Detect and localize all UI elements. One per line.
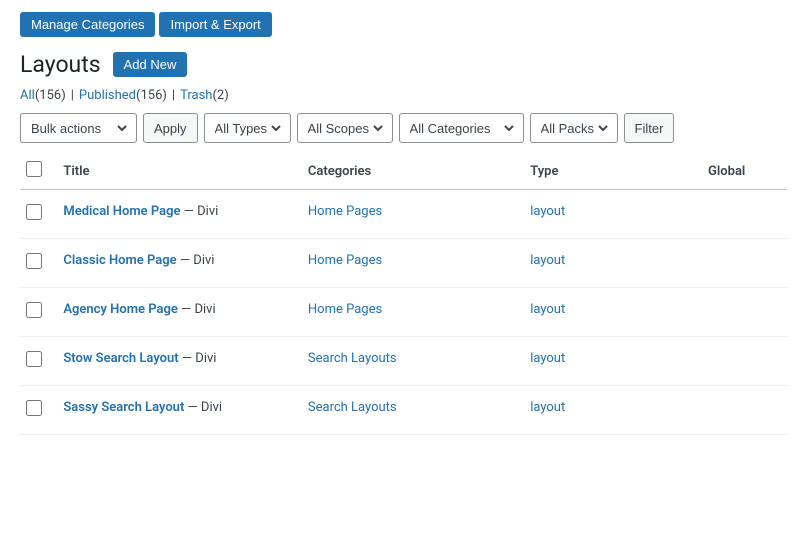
select-all-checkbox[interactable] — [26, 161, 42, 177]
filter-links: All (156) | Published (156) | Trash (2) — [20, 88, 787, 103]
row-pack: Divi — [195, 351, 216, 366]
tablenav: Bulk actions Edit Move to Trash Apply Al… — [20, 113, 787, 143]
row-type-link[interactable]: layout — [530, 204, 565, 219]
row-type-cell: layout — [520, 386, 698, 435]
row-pack: Divi — [197, 204, 218, 219]
row-type-link[interactable]: layout — [530, 351, 565, 366]
row-global-cell — [698, 337, 787, 386]
row-separator: — — [184, 204, 197, 219]
all-packs-dropdown[interactable]: All Packs Divi — [530, 113, 618, 143]
row-category-link[interactable]: Search Layouts — [308, 351, 397, 366]
row-global-cell — [698, 190, 787, 239]
col-header-global: Global — [698, 153, 787, 190]
row-pack: Divi — [201, 400, 222, 415]
filter-trash-link[interactable]: Trash — [180, 88, 212, 103]
types-select[interactable]: All Types Layout Header Footer Section — [211, 120, 284, 137]
row-separator: — — [188, 400, 201, 415]
table-row: Sassy Search Layout — Divi Search Layout… — [20, 386, 787, 435]
page-title-row: Layouts Add New — [20, 51, 787, 78]
table-row: Stow Search Layout — Divi Search Layouts… — [20, 337, 787, 386]
row-category-link[interactable]: Home Pages — [308, 302, 382, 317]
row-checkbox-cell — [20, 337, 53, 386]
table-row: Medical Home Page — Divi Home Pages layo… — [20, 190, 787, 239]
row-type-cell: layout — [520, 239, 698, 288]
row-checkbox[interactable] — [26, 351, 42, 367]
packs-select[interactable]: All Packs Divi — [537, 120, 611, 137]
row-checkbox[interactable] — [26, 253, 42, 269]
published-count: (156) — [136, 88, 167, 103]
row-global-cell — [698, 239, 787, 288]
import-export-button[interactable]: Import & Export — [159, 12, 271, 37]
row-category-cell: Home Pages — [298, 190, 520, 239]
all-categories-dropdown[interactable]: All Categories Home Pages Search Layouts… — [399, 113, 524, 143]
filter-button[interactable]: Filter — [624, 113, 675, 143]
row-type-link[interactable]: layout — [530, 302, 565, 317]
table-row: Classic Home Page — Divi Home Pages layo… — [20, 239, 787, 288]
table-row: Agency Home Page — Divi Home Pages layou… — [20, 288, 787, 337]
bulk-actions-wrapper[interactable]: Bulk actions Edit Move to Trash — [20, 113, 137, 143]
top-navigation: Manage Categories Import & Export — [20, 12, 787, 37]
row-title-link[interactable]: Stow Search Layout — [63, 351, 178, 366]
row-pack: Divi — [194, 302, 215, 317]
col-header-title: Title — [53, 153, 298, 190]
row-pack: Divi — [193, 253, 214, 268]
row-checkbox-cell — [20, 239, 53, 288]
trash-count: (2) — [212, 88, 228, 103]
separator-2: | — [172, 88, 175, 103]
row-title-link[interactable]: Medical Home Page — [63, 204, 180, 219]
row-separator: — — [181, 302, 194, 317]
row-type-cell: layout — [520, 288, 698, 337]
row-title-cell: Agency Home Page — Divi — [53, 288, 298, 337]
filter-published-link[interactable]: Published — [79, 88, 136, 103]
row-global-cell — [698, 386, 787, 435]
row-checkbox-cell — [20, 386, 53, 435]
row-checkbox[interactable] — [26, 302, 42, 318]
apply-button[interactable]: Apply — [143, 113, 198, 143]
categories-select[interactable]: All Categories Home Pages Search Layouts… — [406, 120, 517, 137]
table-header-row: Title Categories Type Global — [20, 153, 787, 190]
row-title-cell: Medical Home Page — Divi — [53, 190, 298, 239]
row-title-cell: Stow Search Layout — Divi — [53, 337, 298, 386]
row-checkbox-cell — [20, 288, 53, 337]
all-types-dropdown[interactable]: All Types Layout Header Footer Section — [204, 113, 291, 143]
row-title-link[interactable]: Agency Home Page — [63, 302, 178, 317]
row-title-cell: Classic Home Page — Divi — [53, 239, 298, 288]
col-header-categories: Categories — [298, 153, 520, 190]
row-checkbox[interactable] — [26, 400, 42, 416]
manage-categories-button[interactable]: Manage Categories — [20, 12, 155, 37]
all-count: (156) — [35, 88, 66, 103]
row-checkbox[interactable] — [26, 204, 42, 220]
row-title-link[interactable]: Classic Home Page — [63, 253, 176, 268]
row-category-cell: Search Layouts — [298, 337, 520, 386]
row-title-cell: Sassy Search Layout — Divi — [53, 386, 298, 435]
row-category-cell: Home Pages — [298, 288, 520, 337]
row-type-link[interactable]: layout — [530, 253, 565, 268]
row-type-cell: layout — [520, 337, 698, 386]
row-separator: — — [180, 253, 193, 268]
separator-1: | — [71, 88, 74, 103]
bulk-actions-select[interactable]: Bulk actions Edit Move to Trash — [27, 120, 130, 137]
row-category-link[interactable]: Home Pages — [308, 253, 382, 268]
col-header-checkbox — [20, 153, 53, 190]
row-type-link[interactable]: layout — [530, 400, 565, 415]
scopes-select[interactable]: All Scopes Global Local — [304, 120, 386, 137]
add-new-button[interactable]: Add New — [113, 52, 188, 77]
layouts-table: Title Categories Type Global Medical Hom… — [20, 153, 787, 435]
row-category-cell: Home Pages — [298, 239, 520, 288]
row-separator: — — [182, 351, 195, 366]
row-title-link[interactable]: Sassy Search Layout — [63, 400, 184, 415]
filter-all-link[interactable]: All — [20, 88, 35, 103]
all-scopes-dropdown[interactable]: All Scopes Global Local — [297, 113, 393, 143]
row-category-cell: Search Layouts — [298, 386, 520, 435]
page-title: Layouts — [20, 51, 101, 78]
row-checkbox-cell — [20, 190, 53, 239]
row-category-link[interactable]: Home Pages — [308, 204, 382, 219]
row-global-cell — [698, 288, 787, 337]
row-category-link[interactable]: Search Layouts — [308, 400, 397, 415]
row-type-cell: layout — [520, 190, 698, 239]
col-header-type: Type — [520, 153, 698, 190]
